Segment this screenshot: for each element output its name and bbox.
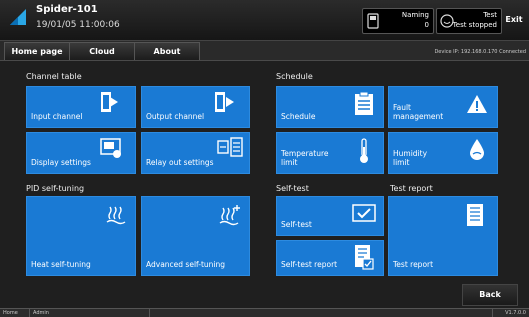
heat-self-tuning-tile[interactable]: Heat self-tuning	[26, 196, 136, 276]
display-settings-tile[interactable]: Display settings	[26, 132, 136, 174]
title-bar: Spider-101 19/01/05 11:00:06 Naming 0 Te…	[0, 0, 529, 41]
advanced-self-tuning-label: Advanced self-tuning	[146, 260, 226, 269]
tab-bar: Home page Cloud About Device IP: 192.168…	[0, 41, 529, 61]
tab-cloud[interactable]: Cloud	[69, 42, 135, 60]
thermometer-icon	[360, 138, 368, 163]
input-channel-tile[interactable]: Input channel	[26, 86, 136, 128]
test-state: Test stopped	[452, 21, 497, 29]
naming-value: 0	[424, 21, 429, 29]
self-test-report-label: Self-test report	[281, 260, 338, 269]
humidity-limit-tile[interactable]: Humidity limit	[388, 132, 498, 174]
schedule-label: Schedule	[281, 112, 316, 121]
fault-management-label: Fault management	[393, 103, 444, 121]
pid-self-tuning-heading: PID self-tuning	[26, 184, 85, 193]
test-label: Test	[483, 11, 497, 19]
relay-out-settings-label: Relay out settings	[146, 158, 214, 167]
schedule-list-icon	[355, 92, 373, 115]
tab-about[interactable]: About	[134, 42, 200, 60]
advanced-heat-waves-icon	[219, 205, 240, 226]
schedule-tile[interactable]: Schedule	[276, 86, 384, 128]
relay-out-settings-icon	[217, 137, 243, 157]
test-status-box[interactable]: Test Test stopped	[436, 8, 502, 34]
self-test-tile[interactable]: Self-test	[276, 196, 384, 236]
self-test-heading: Self-test	[276, 184, 309, 193]
report-document-icon	[467, 204, 483, 226]
self-test-report-icon	[355, 245, 374, 270]
heat-self-tuning-label: Heat self-tuning	[31, 260, 91, 269]
output-channel-label: Output channel	[146, 112, 205, 121]
self-test-label: Self-test	[281, 220, 312, 229]
advanced-self-tuning-tile[interactable]: Advanced self-tuning	[141, 196, 250, 276]
temperature-limit-label: Temperature limit	[281, 149, 329, 167]
input-channel-icon	[101, 92, 118, 112]
tab-home-page[interactable]: Home page	[4, 42, 70, 60]
app-datetime: 19/01/05 11:00:06	[36, 20, 120, 30]
test-report-label: Test report	[393, 260, 434, 269]
water-drop-icon	[470, 139, 484, 160]
exit-button[interactable]: Exit	[503, 8, 525, 32]
warning-icon	[467, 95, 487, 113]
channel-table-heading: Channel table	[26, 72, 82, 81]
temperature-limit-tile[interactable]: Temperature limit	[276, 132, 384, 174]
heat-waves-icon	[106, 206, 126, 225]
device-ip-status: Device IP: 192.168.0.170 Connected	[434, 49, 526, 55]
input-channel-label: Input channel	[31, 112, 83, 121]
humidity-limit-label: Humidity limit	[393, 149, 428, 167]
output-channel-icon	[215, 92, 234, 112]
test-report-heading: Test report	[390, 184, 433, 193]
self-test-check-icon	[352, 204, 376, 222]
output-channel-tile[interactable]: Output channel	[141, 86, 250, 128]
app-name: Spider-101	[36, 4, 98, 15]
sd-card-icon	[367, 13, 379, 29]
display-settings-label: Display settings	[31, 158, 91, 167]
naming-status-box[interactable]: Naming 0	[362, 8, 434, 34]
display-settings-icon	[100, 138, 121, 158]
test-report-tile[interactable]: Test report	[388, 196, 498, 276]
self-test-report-tile[interactable]: Self-test report	[276, 240, 384, 276]
back-button[interactable]: Back	[462, 284, 518, 306]
app-logo-icon	[10, 9, 26, 25]
relay-out-settings-tile[interactable]: Relay out settings	[141, 132, 250, 174]
fault-management-tile[interactable]: Fault management	[388, 86, 498, 128]
naming-label: Naming	[401, 11, 429, 19]
schedule-heading: Schedule	[276, 72, 313, 81]
